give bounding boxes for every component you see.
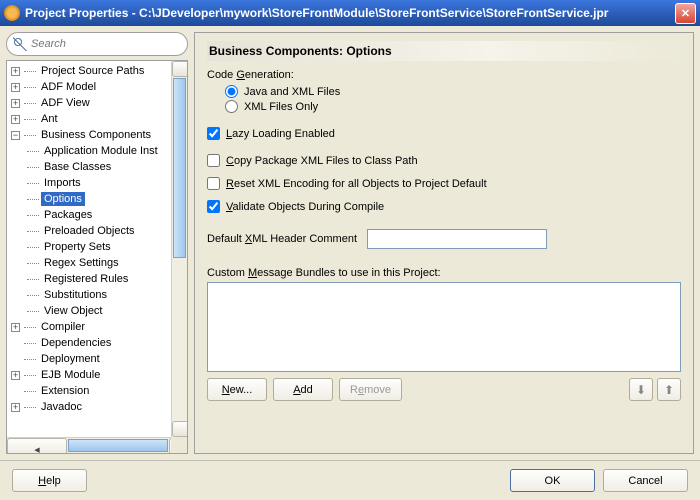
expander-icon[interactable]: −	[11, 131, 20, 140]
options-panel: Business Components: Options Code Genera…	[194, 32, 694, 454]
move-down-button[interactable]: ⬇	[629, 378, 653, 401]
radio-xml-only[interactable]	[225, 100, 238, 113]
ok-button[interactable]: OK	[510, 469, 595, 492]
xml-header-input[interactable]	[367, 229, 547, 249]
tree-item-extension[interactable]: Extension	[7, 383, 171, 399]
tree-label[interactable]: Preloaded Objects	[41, 224, 138, 238]
scroll-thumb-h[interactable]	[68, 439, 168, 452]
tree-label[interactable]: Ant	[38, 112, 61, 126]
help-button[interactable]: Help	[12, 469, 87, 492]
scroll-up-button[interactable]: ▲	[172, 61, 188, 77]
tree-item-javadoc[interactable]: + Javadoc	[7, 399, 171, 415]
app-icon	[4, 5, 20, 21]
radio-java-xml-label: Java and XML Files	[244, 86, 340, 98]
tree-item-ant[interactable]: + Ant	[7, 111, 171, 127]
tree-label[interactable]: Options	[41, 192, 85, 206]
tree-item-property-sets[interactable]: Property Sets	[7, 239, 171, 255]
move-up-button[interactable]: ⬆	[657, 378, 681, 401]
tree-label[interactable]: Substitutions	[41, 288, 110, 302]
vertical-scrollbar[interactable]: ▲ ▼	[171, 61, 187, 437]
tree-label[interactable]: Registered Rules	[41, 272, 131, 286]
codegen-label: Code Generation:	[207, 69, 681, 81]
expander-icon[interactable]: +	[11, 323, 20, 332]
tree-label[interactable]: Imports	[41, 176, 84, 190]
scroll-down-button[interactable]: ▼	[172, 421, 188, 437]
bundles-label: Custom Message Bundles to use in this Pr…	[207, 267, 681, 279]
tree-label[interactable]: ADF View	[38, 96, 93, 110]
panel-title: Business Components: Options	[207, 41, 681, 61]
expander-icon[interactable]: +	[11, 99, 20, 108]
tree-item-ejb-module[interactable]: + EJB Module	[7, 367, 171, 383]
check-lazy-loading[interactable]	[207, 127, 220, 140]
scroll-left-button[interactable]: ◀	[7, 438, 67, 454]
tree-label[interactable]: EJB Module	[38, 368, 103, 382]
tree-label[interactable]: Base Classes	[41, 160, 114, 174]
window-title: Project Properties - C:\JDeveloper\mywor…	[25, 6, 675, 20]
left-pane: + Project Source Paths + ADF Model + ADF View…	[6, 32, 188, 454]
bundles-listbox[interactable]	[207, 282, 681, 372]
tree-item-options[interactable]: Options	[7, 191, 171, 207]
expander-icon[interactable]: +	[11, 115, 20, 124]
copy-pkg-label: Copy Package XML Files to Class Path	[226, 155, 418, 167]
search-icon	[13, 37, 27, 51]
reset-encoding-label: Reset XML Encoding for all Objects to Pr…	[226, 178, 487, 190]
lazy-loading-label: Lazy Loading Enabled	[226, 128, 335, 140]
tree-item-application-module-inst[interactable]: Application Module Inst	[7, 143, 171, 159]
new-button[interactable]: New...	[207, 378, 267, 401]
tree-item-regex-settings[interactable]: Regex Settings	[7, 255, 171, 271]
horizontal-scrollbar[interactable]: ◀ ▶	[7, 437, 171, 453]
tree-label[interactable]: Regex Settings	[41, 256, 122, 270]
expander-icon[interactable]: +	[11, 403, 20, 412]
check-validate[interactable]	[207, 200, 220, 213]
titlebar: Project Properties - C:\JDeveloper\mywor…	[0, 0, 700, 26]
close-button[interactable]: ✕	[675, 3, 696, 24]
tree-label[interactable]: Javadoc	[38, 400, 85, 414]
expander-icon[interactable]: +	[11, 67, 20, 76]
remove-button[interactable]: Remove	[339, 378, 402, 401]
validate-label: Validate Objects During Compile	[226, 201, 384, 213]
tree-item-preloaded-objects[interactable]: Preloaded Objects	[7, 223, 171, 239]
cancel-button[interactable]: Cancel	[603, 469, 688, 492]
tree-label[interactable]: View Object	[41, 304, 106, 318]
tree-item-view-object[interactable]: View Object	[7, 303, 171, 319]
dialog-footer: Help OK Cancel	[0, 460, 700, 494]
tree-item-compiler[interactable]: + Compiler	[7, 319, 171, 335]
tree-label[interactable]: ADF Model	[38, 80, 99, 94]
search-input[interactable]	[31, 38, 181, 50]
tree-item-business-components[interactable]: − Business Components	[7, 127, 171, 143]
radio-xml-only-label: XML Files Only	[244, 101, 318, 113]
tree-item-deployment[interactable]: Deployment	[7, 351, 171, 367]
check-copy-pkg[interactable]	[207, 154, 220, 167]
tree-label[interactable]: Dependencies	[38, 336, 114, 350]
tree-label[interactable]: Project Source Paths	[38, 64, 147, 78]
xml-header-label: Default XML Header Comment	[207, 233, 357, 245]
tree-label[interactable]: Deployment	[38, 352, 103, 366]
tree-item-substitutions[interactable]: Substitutions	[7, 287, 171, 303]
tree-item-adf-view[interactable]: + ADF View	[7, 95, 171, 111]
tree-item-packages[interactable]: Packages	[7, 207, 171, 223]
tree-label[interactable]: Application Module Inst	[41, 144, 161, 158]
expander-icon[interactable]: +	[11, 83, 20, 92]
tree-item-imports[interactable]: Imports	[7, 175, 171, 191]
tree-item-dependencies[interactable]: Dependencies	[7, 335, 171, 351]
add-button[interactable]: Add	[273, 378, 333, 401]
tree-item-project-source-paths[interactable]: + Project Source Paths	[7, 63, 171, 79]
scroll-thumb[interactable]	[173, 78, 186, 258]
tree-label[interactable]: Extension	[38, 384, 92, 398]
search-box[interactable]	[6, 32, 188, 56]
tree-label[interactable]: Property Sets	[41, 240, 114, 254]
radio-java-xml[interactable]	[225, 85, 238, 98]
check-reset-encoding[interactable]	[207, 177, 220, 190]
tree-view: + Project Source Paths + ADF Model + ADF View…	[6, 60, 188, 454]
tree-label[interactable]: Compiler	[38, 320, 88, 334]
tree-label[interactable]: Packages	[41, 208, 95, 222]
tree-item-adf-model[interactable]: + ADF Model	[7, 79, 171, 95]
expander-icon[interactable]: +	[11, 371, 20, 380]
tree-item-base-classes[interactable]: Base Classes	[7, 159, 171, 175]
tree-label[interactable]: Business Components	[38, 128, 154, 142]
tree-item-registered-rules[interactable]: Registered Rules	[7, 271, 171, 287]
